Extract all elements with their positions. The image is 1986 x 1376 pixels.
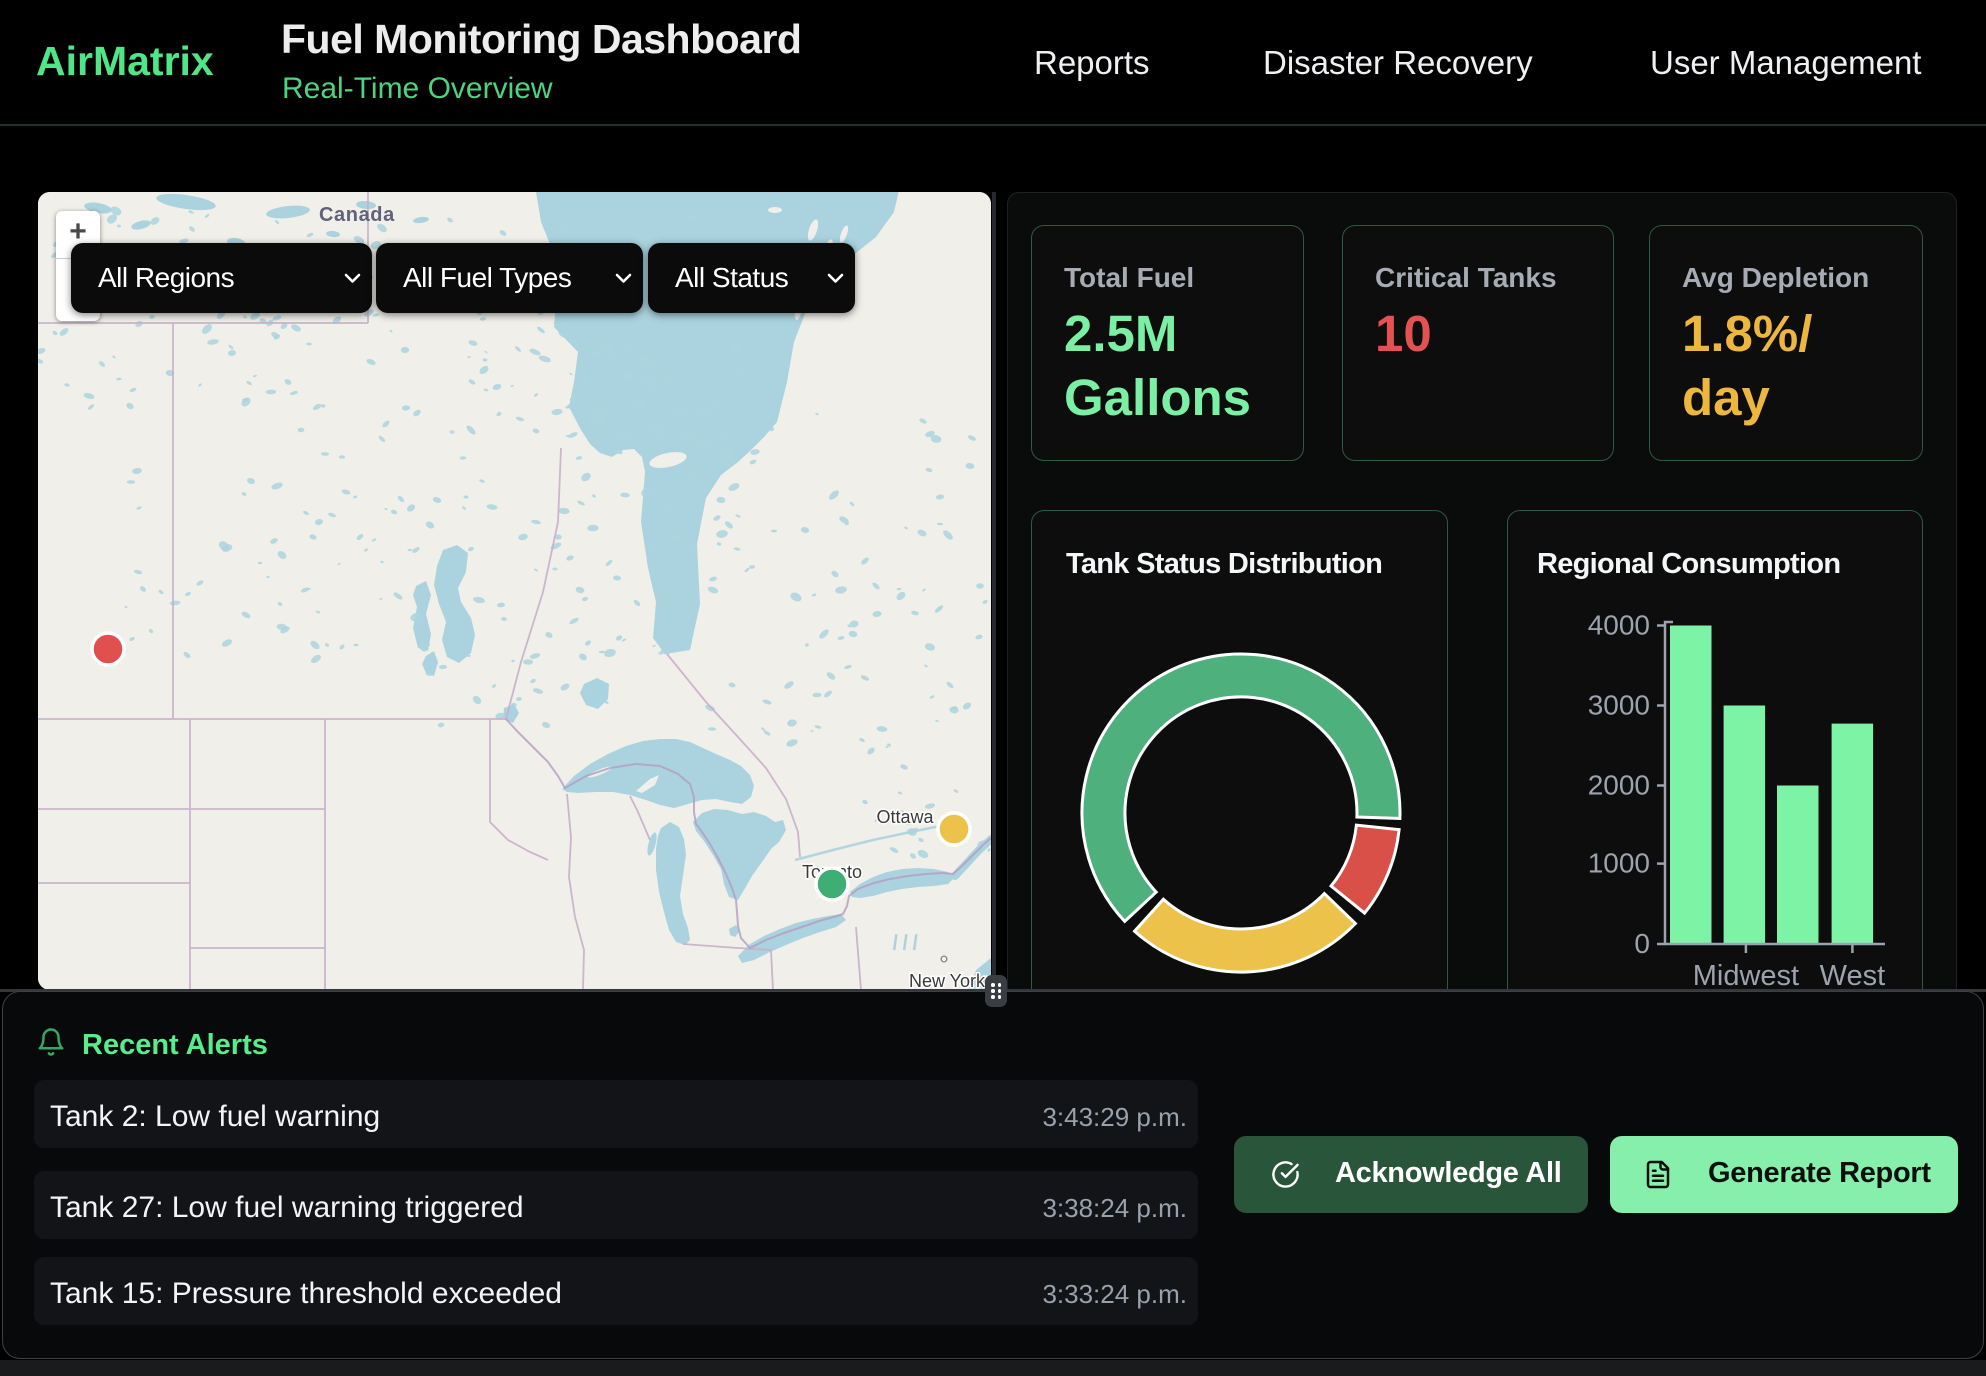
svg-text:4000: 4000 [1588,610,1650,641]
svg-text:West: West [1820,960,1886,990]
svg-text:Ottawa: Ottawa [876,807,934,827]
svg-text:1000: 1000 [1588,848,1650,879]
svg-text:2000: 2000 [1588,770,1650,801]
svg-text:0: 0 [1634,928,1650,959]
svg-text:New York: New York [909,971,986,990]
svg-text:Canada: Canada [319,204,395,226]
svg-text:3000: 3000 [1588,690,1650,721]
svg-text:Midwest: Midwest [1693,960,1799,990]
